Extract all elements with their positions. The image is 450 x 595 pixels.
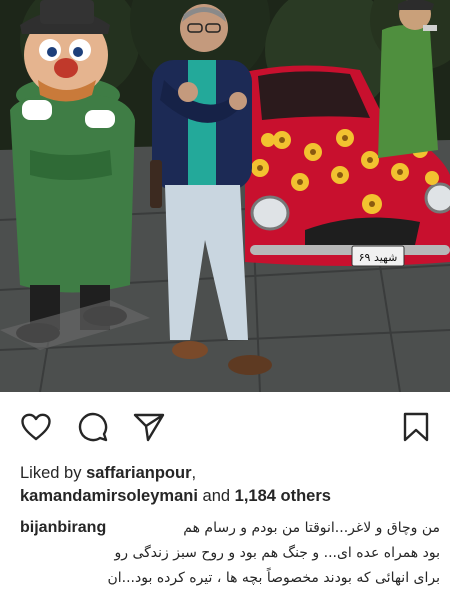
caption-line-3: برای انهائی که بودند مخصوصاً بچه ها ، تی… xyxy=(107,570,440,586)
post-photo[interactable]: شهید ۶۹ xyxy=(0,0,450,392)
and-label: and xyxy=(202,487,231,505)
likes-summary: Liked by saffarianpour, kamandamirsoleym… xyxy=(20,462,440,508)
others-link[interactable]: 1,184 others xyxy=(235,487,331,505)
like-button[interactable] xyxy=(18,409,54,445)
caption-line-1: من وچاق و لاغر...انوقتا من بودم و رسام ه… xyxy=(183,520,440,536)
photo-illustration: شهید ۶۹ xyxy=(0,0,450,392)
comment-icon xyxy=(78,412,108,442)
post-action-bar xyxy=(0,392,450,464)
license-plate: شهید ۶۹ xyxy=(359,251,398,264)
liked-by-label: Liked by xyxy=(20,464,82,482)
bookmark-icon xyxy=(403,412,429,442)
share-button[interactable] xyxy=(131,409,167,445)
paper-plane-icon xyxy=(133,413,165,442)
save-button[interactable] xyxy=(398,409,434,445)
caption-line-2: بود همراه عده ای... و جنگ هم بود و روح س… xyxy=(114,545,440,561)
caption-username[interactable]: bijanbirang xyxy=(20,515,106,540)
post-caption: bijanbirang من وچاق و لاغر...انوقتا من ب… xyxy=(20,515,440,591)
liker-link-1[interactable]: saffarianpour xyxy=(86,464,191,482)
heart-icon xyxy=(21,413,51,441)
comment-button[interactable] xyxy=(75,409,111,445)
liker-link-2[interactable]: kamandamirsoleymani xyxy=(20,487,198,505)
liker-separator: , xyxy=(191,464,197,482)
